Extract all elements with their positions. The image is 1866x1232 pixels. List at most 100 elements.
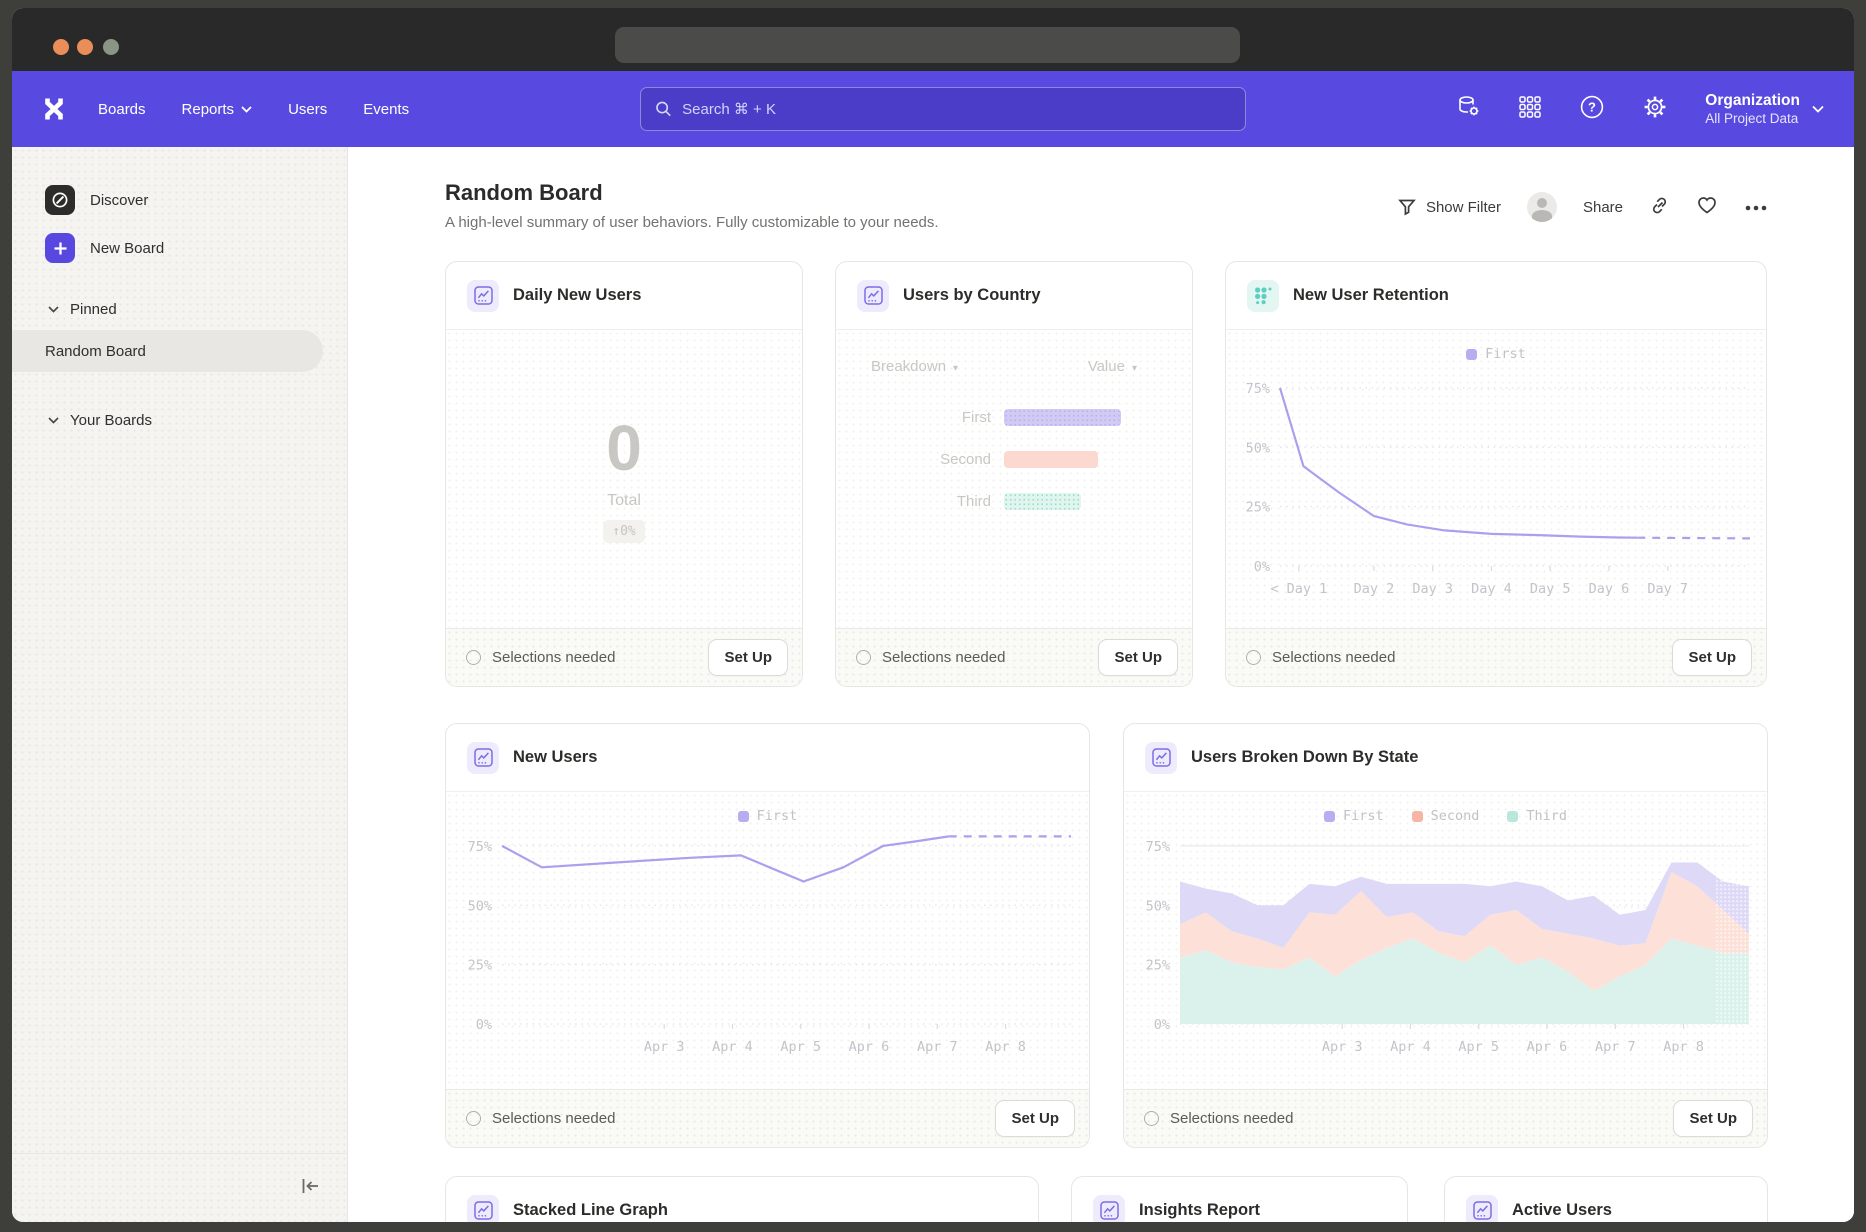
svg-text:< Day 1: < Day 1 bbox=[1270, 581, 1327, 597]
set-up-button[interactable]: Set Up bbox=[1672, 639, 1752, 676]
sidebar-section-pinned[interactable]: Pinned bbox=[48, 301, 347, 318]
legend-item[interactable]: Second bbox=[1412, 808, 1480, 824]
svg-text:Apr 4: Apr 4 bbox=[1390, 1039, 1431, 1055]
mixpanel-logo-icon[interactable] bbox=[40, 95, 68, 123]
nav-item-boards[interactable]: Boards bbox=[98, 101, 146, 118]
card-insights-report: Insights Report bbox=[1071, 1176, 1408, 1222]
chevron-down-icon bbox=[48, 417, 59, 424]
address-bar[interactable] bbox=[615, 27, 1240, 63]
sidebar-section-your-boards[interactable]: Your Boards bbox=[48, 412, 347, 429]
show-filter-button[interactable]: Show Filter bbox=[1397, 197, 1501, 217]
chevron-down-icon bbox=[241, 106, 252, 113]
copy-link-icon[interactable] bbox=[1649, 195, 1670, 220]
svg-text:Apr 3: Apr 3 bbox=[644, 1039, 685, 1055]
breakdown-bar[interactable] bbox=[1004, 493, 1081, 510]
breakdown-dropdown[interactable]: Breakdown▾ bbox=[871, 358, 958, 375]
retention-chart[interactable]: 75%50%25%0%< Day 1Day 2Day 3Day 4Day 5Da… bbox=[1226, 362, 1766, 614]
share-button[interactable]: Share bbox=[1583, 199, 1623, 216]
svg-text:50%: 50% bbox=[1146, 898, 1170, 914]
svg-text:75%: 75% bbox=[468, 839, 492, 855]
svg-text:Day 3: Day 3 bbox=[1412, 581, 1453, 597]
svg-text:Day 5: Day 5 bbox=[1530, 581, 1571, 597]
retention-grid-icon bbox=[1247, 280, 1279, 312]
nav-item-users[interactable]: Users bbox=[288, 101, 327, 118]
window-close-button[interactable] bbox=[53, 39, 69, 55]
board-name: Random Board bbox=[45, 343, 146, 360]
chart-legend: First Second Third bbox=[1124, 792, 1767, 824]
set-up-button[interactable]: Set Up bbox=[1098, 639, 1178, 676]
line-chart-icon bbox=[1466, 1195, 1498, 1223]
sidebar-item-new-board[interactable]: New Board bbox=[45, 233, 347, 263]
nav-menu: Boards Reports Users Events bbox=[98, 101, 409, 118]
card-new-user-retention: New User Retention First 75%50%25%0%< Da… bbox=[1225, 261, 1767, 687]
new-users-chart[interactable]: 75%50%25%0%Apr 3Apr 4Apr 5Apr 6Apr 7Apr … bbox=[446, 824, 1089, 1074]
breakdown-bar[interactable] bbox=[1004, 451, 1098, 468]
svg-text:50%: 50% bbox=[468, 898, 492, 914]
apps-grid-icon[interactable] bbox=[1518, 95, 1542, 124]
search-input[interactable] bbox=[682, 101, 1231, 118]
status-circle-icon bbox=[1144, 1111, 1159, 1126]
svg-text:Apr 8: Apr 8 bbox=[985, 1039, 1026, 1055]
breakdown-bar[interactable] bbox=[1004, 409, 1121, 426]
status: Selections needed bbox=[466, 649, 615, 666]
line-chart-icon bbox=[1145, 742, 1177, 774]
svg-text:Day 2: Day 2 bbox=[1354, 581, 1395, 597]
breakdown-row: Second bbox=[836, 451, 1192, 468]
org-switcher[interactable]: Organization All Project Data bbox=[1705, 91, 1824, 127]
legend-swatch-icon bbox=[1507, 811, 1518, 822]
nav-item-label: Events bbox=[363, 101, 409, 118]
svg-text:Apr 6: Apr 6 bbox=[1527, 1039, 1568, 1055]
org-name: Organization bbox=[1705, 91, 1800, 110]
card-daily-new-users: Daily New Users 0 Total ↑0% Selections n… bbox=[445, 261, 803, 687]
set-up-button[interactable]: Set Up bbox=[708, 639, 788, 676]
sidebar-item-random-board[interactable]: Random Board bbox=[12, 330, 323, 372]
nav-item-reports[interactable]: Reports bbox=[182, 101, 253, 118]
status-circle-icon bbox=[1246, 650, 1261, 665]
favorite-heart-icon[interactable] bbox=[1696, 195, 1718, 219]
svg-text:0%: 0% bbox=[476, 1017, 492, 1033]
global-search[interactable] bbox=[640, 87, 1246, 131]
value-dropdown[interactable]: Value▾ bbox=[1088, 358, 1137, 375]
page-subtitle: A high-level summary of user behaviors. … bbox=[445, 214, 939, 231]
avatar[interactable] bbox=[1527, 192, 1557, 222]
by-state-chart[interactable]: 75%50%25%0%Apr 3Apr 4Apr 5Apr 6Apr 7Apr … bbox=[1124, 824, 1767, 1074]
nav-item-events[interactable]: Events bbox=[363, 101, 409, 118]
nav-item-label: Users bbox=[288, 101, 327, 118]
help-icon[interactable]: ? bbox=[1579, 94, 1605, 125]
window-minimize-button[interactable] bbox=[77, 39, 93, 55]
card-title: New Users bbox=[513, 748, 597, 767]
more-options-icon[interactable] bbox=[1744, 199, 1768, 216]
settings-gear-icon[interactable] bbox=[1642, 94, 1668, 125]
chevron-down-icon bbox=[1812, 105, 1824, 113]
compass-icon bbox=[45, 185, 75, 215]
line-chart-icon bbox=[1093, 1195, 1125, 1223]
card-title: Active Users bbox=[1512, 1201, 1612, 1220]
line-chart-icon bbox=[467, 1195, 499, 1223]
set-up-button[interactable]: Set Up bbox=[995, 1100, 1075, 1137]
section-label: Your Boards bbox=[70, 412, 152, 429]
sidebar-item-discover[interactable]: Discover bbox=[45, 185, 347, 215]
card-stacked-line-graph: Stacked Line Graph bbox=[445, 1176, 1039, 1222]
card-title: Stacked Line Graph bbox=[513, 1201, 668, 1220]
legend-item[interactable]: Third bbox=[1507, 808, 1567, 824]
filter-funnel-icon bbox=[1397, 197, 1417, 217]
legend-item[interactable]: First bbox=[1466, 346, 1526, 362]
app-navbar: Boards Reports Users Events bbox=[12, 71, 1854, 147]
legend-swatch-icon bbox=[738, 811, 749, 822]
card-users-by-state: Users Broken Down By State First Second Th… bbox=[1123, 723, 1768, 1148]
svg-text:25%: 25% bbox=[1246, 500, 1270, 516]
collapse-sidebar-icon[interactable] bbox=[299, 1176, 321, 1201]
sidebar-item-label: New Board bbox=[90, 240, 164, 257]
svg-text:Apr 8: Apr 8 bbox=[1663, 1039, 1704, 1055]
card-title: Users Broken Down By State bbox=[1191, 748, 1418, 767]
nav-item-label: Reports bbox=[182, 101, 235, 118]
window-zoom-button[interactable] bbox=[103, 39, 119, 55]
svg-text:Day 7: Day 7 bbox=[1647, 581, 1688, 597]
line-chart-icon bbox=[857, 280, 889, 312]
set-up-button[interactable]: Set Up bbox=[1673, 1100, 1753, 1137]
legend-item[interactable]: First bbox=[738, 808, 798, 824]
data-settings-icon[interactable] bbox=[1456, 94, 1481, 124]
nav-item-label: Boards bbox=[98, 101, 146, 118]
legend-item[interactable]: First bbox=[1324, 808, 1384, 824]
section-label: Pinned bbox=[70, 301, 117, 318]
